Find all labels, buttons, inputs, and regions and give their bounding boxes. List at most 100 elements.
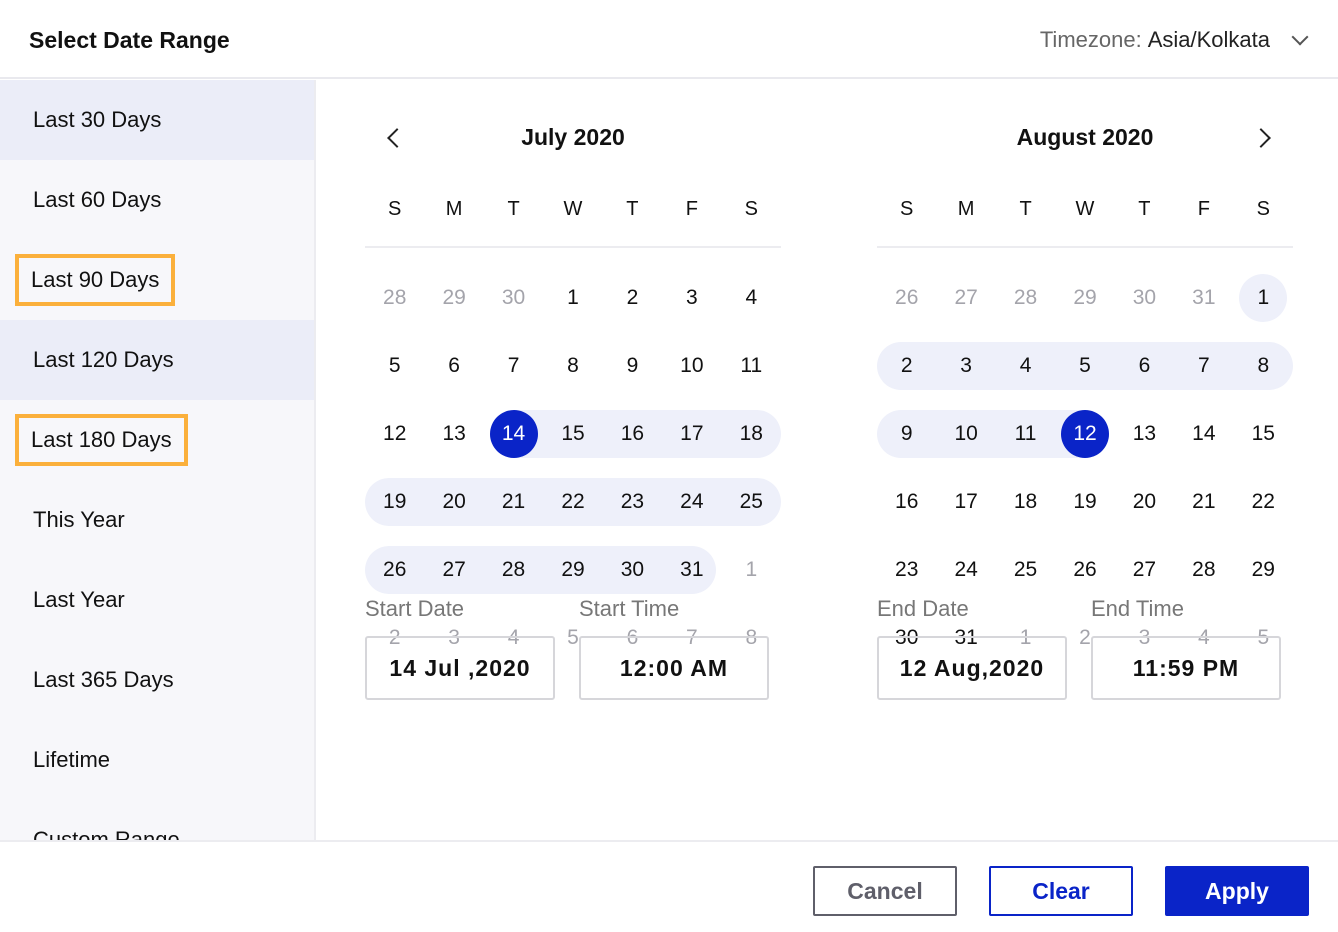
- weekday-label: S: [900, 198, 914, 220]
- day-cell[interactable]: 13: [1120, 410, 1168, 458]
- day-cell[interactable]: 9: [608, 342, 656, 390]
- day-cell[interactable]: 24: [942, 546, 990, 594]
- cancel-button[interactable]: Cancel: [813, 866, 957, 916]
- day-cell[interactable]: 5: [1061, 342, 1109, 390]
- preset-item[interactable]: Last 180 Days: [0, 400, 314, 480]
- weekday-label: F: [1197, 198, 1210, 220]
- day-cell[interactable]: 4: [727, 274, 775, 322]
- day-cell[interactable]: 26: [883, 274, 931, 322]
- start-date-input[interactable]: 14 Jul ,2020: [365, 636, 555, 700]
- day-cell[interactable]: 7: [490, 342, 538, 390]
- day-cell[interactable]: 24: [668, 478, 716, 526]
- start-time-label: Start Time: [579, 596, 680, 621]
- day-cell[interactable]: 26: [371, 546, 419, 594]
- day-cell[interactable]: 18: [1002, 478, 1050, 526]
- weekday-header: SMTWTFS: [877, 198, 1293, 248]
- day-cell[interactable]: 31: [668, 546, 716, 594]
- day-cell[interactable]: 11: [1002, 410, 1050, 458]
- day-cell[interactable]: 21: [1180, 478, 1228, 526]
- timezone-label: Timezone:: [1039, 27, 1142, 52]
- day-cell[interactable]: 7: [1180, 342, 1228, 390]
- day-cell[interactable]: 25: [1002, 546, 1050, 594]
- day-cell[interactable]: 3: [942, 342, 990, 390]
- day-cell[interactable]: 1: [727, 546, 775, 594]
- preset-item[interactable]: Last 60 Days: [0, 160, 314, 240]
- day-cell[interactable]: 15: [1239, 410, 1287, 458]
- selected-day[interactable]: 14: [489, 410, 538, 458]
- day-cell[interactable]: 10: [942, 410, 990, 458]
- day-cell[interactable]: 28: [1002, 274, 1050, 322]
- weekday-label: M: [445, 198, 463, 220]
- day-cell[interactable]: 27: [430, 546, 478, 594]
- day-cell[interactable]: 9: [883, 410, 931, 458]
- start-time-input[interactable]: 12:00 AM: [579, 636, 769, 700]
- day-cell[interactable]: 22: [549, 478, 597, 526]
- weekday-label: W: [1075, 198, 1095, 220]
- preset-item-label: Last Year: [33, 587, 125, 612]
- day-cell[interactable]: 27: [942, 274, 990, 322]
- day-cell[interactable]: 28: [1180, 546, 1228, 594]
- day-cell[interactable]: 17: [668, 410, 716, 458]
- day-cell[interactable]: 17: [942, 478, 990, 526]
- end-date-label: End Date: [877, 596, 969, 621]
- preset-item[interactable]: Last 90 Days: [0, 240, 314, 320]
- day-cell[interactable]: 18: [727, 410, 775, 458]
- timezone-dropdown[interactable]: Timezone: Asia/Kolkata: [1040, 27, 1310, 53]
- day-cell[interactable]: 30: [490, 274, 538, 322]
- week-row: 16 17 18 19 20 21 22: [877, 478, 1293, 546]
- weekday-label: T: [1019, 198, 1032, 220]
- day-cell[interactable]: 25: [727, 478, 775, 526]
- day-cell[interactable]: 3: [668, 274, 716, 322]
- day-cell[interactable]: 5: [371, 342, 419, 390]
- day-cell[interactable]: 2: [883, 342, 931, 390]
- end-time-input[interactable]: 11:59 PM: [1091, 636, 1281, 700]
- day-cell[interactable]: 28: [371, 274, 419, 322]
- day-cell[interactable]: 10: [668, 342, 716, 390]
- day-cell[interactable]: 8: [1239, 342, 1287, 390]
- preset-item-label: Last 180 Days: [15, 414, 188, 466]
- preset-item[interactable]: Last 30 Days: [0, 80, 314, 160]
- day-cell[interactable]: 1: [1239, 274, 1287, 322]
- preset-item-label: Last 120 Days: [33, 347, 174, 372]
- day-cell[interactable]: 2: [608, 274, 656, 322]
- day-cell[interactable]: 6: [430, 342, 478, 390]
- day-cell[interactable]: 28: [490, 546, 538, 594]
- clear-button[interactable]: Clear: [989, 866, 1133, 916]
- day-cell[interactable]: 16: [883, 478, 931, 526]
- day-cell[interactable]: 31: [1180, 274, 1228, 322]
- day-cell[interactable]: 22: [1239, 478, 1287, 526]
- weekday-label: T: [626, 198, 639, 220]
- day-cell[interactable]: 29: [430, 274, 478, 322]
- day-cell[interactable]: 29: [1061, 274, 1109, 322]
- preset-item[interactable]: Last Year: [0, 560, 314, 640]
- weekday-label: T: [1138, 198, 1151, 220]
- preset-item[interactable]: Last 365 Days: [0, 640, 314, 720]
- selected-day[interactable]: 12: [1061, 410, 1109, 458]
- day-cell[interactable]: 30: [1120, 274, 1168, 322]
- preset-item-label: Last 60 Days: [33, 187, 162, 212]
- day-cell[interactable]: 29: [1239, 546, 1287, 594]
- day-cell[interactable]: 12: [371, 410, 419, 458]
- day-cell[interactable]: 13: [430, 410, 478, 458]
- apply-button[interactable]: Apply: [1165, 866, 1309, 916]
- preset-item[interactable]: Lifetime: [0, 720, 314, 800]
- day-cell[interactable]: 26: [1061, 546, 1109, 594]
- day-cell[interactable]: 23: [883, 546, 931, 594]
- day-cell[interactable]: 19: [1061, 478, 1109, 526]
- day-cell[interactable]: 11: [727, 342, 775, 390]
- day-cell[interactable]: 29: [549, 546, 597, 594]
- day-cell[interactable]: 14: [1180, 410, 1228, 458]
- day-cell[interactable]: 20: [430, 478, 478, 526]
- day-cell[interactable]: 19: [371, 478, 419, 526]
- day-cell[interactable]: 21: [490, 478, 538, 526]
- day-cell[interactable]: 15: [549, 410, 597, 458]
- day-cell[interactable]: 27: [1120, 546, 1168, 594]
- preset-item[interactable]: Last 120 Days: [0, 320, 314, 400]
- day-cell[interactable]: 1: [549, 274, 597, 322]
- end-date-input[interactable]: 12 Aug,2020: [877, 636, 1067, 700]
- day-cell[interactable]: 8: [549, 342, 597, 390]
- day-cell[interactable]: 20: [1120, 478, 1168, 526]
- day-cell[interactable]: 4: [1002, 342, 1050, 390]
- preset-item[interactable]: This Year: [0, 480, 314, 560]
- preset-item[interactable]: Custom Range: [0, 800, 314, 840]
